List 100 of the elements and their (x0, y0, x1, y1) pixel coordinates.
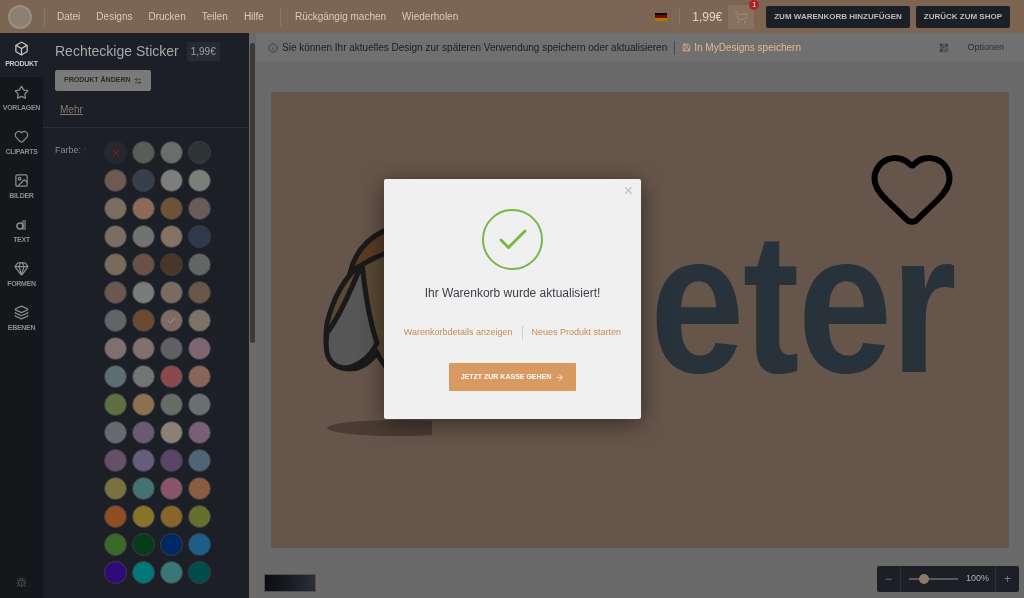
color-swatch[interactable] (160, 421, 183, 444)
color-swatch[interactable] (188, 281, 211, 304)
info-icon (268, 42, 278, 53)
menu-item[interactable]: Hilfe (243, 9, 264, 24)
color-swatch[interactable] (188, 337, 211, 360)
menu-item[interactable]: Datei (57, 9, 81, 24)
color-swatch[interactable] (160, 225, 183, 248)
color-swatch[interactable] (132, 421, 155, 444)
color-swatch[interactable] (132, 197, 155, 220)
color-swatch[interactable] (104, 449, 127, 472)
color-swatch[interactable] (160, 449, 183, 472)
menu-item[interactable]: Drucken (148, 9, 186, 24)
arrow-right-icon (555, 372, 565, 382)
color-swatch[interactable] (132, 505, 155, 528)
dialog-link[interactable]: Neues Produkt starten (531, 326, 622, 340)
color-swatch[interactable] (104, 253, 127, 276)
more-link[interactable]: Mehr (60, 102, 237, 117)
color-swatch[interactable] (104, 561, 127, 584)
color-swatch[interactable] (160, 309, 183, 332)
color-swatch[interactable] (104, 309, 127, 332)
color-swatch[interactable] (104, 393, 127, 416)
color-swatch[interactable] (104, 281, 127, 304)
heart-icon (14, 128, 29, 144)
menu-item[interactable]: Wiederholen (402, 9, 459, 24)
color-swatch[interactable] (132, 225, 155, 248)
color-swatch[interactable] (104, 505, 127, 528)
color-swatch[interactable] (160, 197, 183, 220)
color-swatch[interactable] (188, 533, 211, 556)
color-swatch[interactable] (160, 365, 183, 388)
header-button[interactable]: ZUM WARENKORB HINZUFÜGEN (766, 5, 910, 28)
color-swatch[interactable] (188, 421, 211, 444)
menu-item[interactable]: Designs (96, 9, 133, 24)
image-icon (14, 172, 29, 188)
color-swatch[interactable] (132, 281, 155, 304)
color-swatch[interactable] (160, 281, 183, 304)
color-swatch[interactable] (132, 309, 155, 332)
color-swatch[interactable] (132, 561, 155, 584)
color-swatch[interactable] (132, 449, 155, 472)
color-swatch[interactable] (188, 393, 211, 416)
options-button[interactable]: Optionen (967, 40, 1004, 55)
color-swatch[interactable] (104, 169, 127, 192)
star-icon (14, 84, 29, 100)
color-swatch[interactable] (132, 393, 155, 416)
bug-icon[interactable] (16, 577, 27, 588)
color-swatch[interactable] (132, 365, 155, 388)
color-swatch[interactable] (132, 141, 155, 164)
color-preview-swatch[interactable] (264, 574, 316, 592)
color-swatch[interactable] (160, 533, 183, 556)
color-swatch[interactable] (188, 141, 211, 164)
product-title: Rechteckige Sticker (55, 42, 179, 61)
color-swatch[interactable] (104, 477, 127, 500)
gem-icon (14, 260, 29, 276)
color-swatch[interactable] (104, 337, 127, 360)
dialog-link[interactable]: Warenkorbdetails anzeigen (403, 326, 513, 340)
cart-price: 1,99€ (692, 8, 723, 26)
save-link[interactable]: In MyDesigns speichern (682, 40, 801, 55)
zoom-reading: 100% (965, 572, 989, 586)
color-swatch[interactable] (188, 309, 211, 332)
color-swatch[interactable] (160, 141, 183, 164)
logo-icon[interactable] (8, 4, 32, 29)
color-swatch[interactable] (188, 365, 211, 388)
color-swatch[interactable] (104, 533, 127, 556)
color-swatch[interactable] (188, 197, 211, 220)
menu-item[interactable]: Teilen (201, 9, 228, 24)
color-swatch[interactable] (160, 561, 183, 584)
color-swatch[interactable] (104, 197, 127, 220)
german-flag-icon[interactable] (655, 12, 668, 21)
zoom-in-button[interactable]: + (995, 566, 1019, 592)
color-swatch[interactable] (160, 253, 183, 276)
dialog-message: Ihr Warenkorb wurde aktualisiert! (424, 285, 601, 302)
color-swatch[interactable] (160, 505, 183, 528)
price-badge: 1,99€ (186, 42, 220, 61)
cube-icon (14, 40, 29, 56)
no-color-swatch[interactable] (104, 141, 127, 164)
color-swatch[interactable] (160, 169, 183, 192)
color-swatch[interactable] (132, 253, 155, 276)
color-swatch[interactable] (132, 533, 155, 556)
qr-code-icon[interactable] (939, 42, 950, 53)
color-swatch[interactable] (160, 477, 183, 500)
color-swatch[interactable] (104, 365, 127, 388)
color-label: Farbe: * (55, 144, 89, 157)
color-swatch[interactable] (188, 477, 211, 500)
color-swatch[interactable] (188, 561, 211, 584)
color-swatch[interactable] (188, 505, 211, 528)
color-swatch[interactable] (132, 477, 155, 500)
color-swatch[interactable] (132, 169, 155, 192)
color-swatch[interactable] (104, 421, 127, 444)
check-icon (166, 315, 177, 326)
color-swatch[interactable] (188, 169, 211, 192)
menu-item[interactable]: Rückgängig machen (294, 9, 387, 24)
color-swatch[interactable] (132, 337, 155, 360)
zoom-slider-thumb[interactable] (918, 574, 929, 584)
color-swatch[interactable] (188, 253, 211, 276)
color-swatch[interactable] (160, 337, 183, 360)
color-swatch[interactable] (188, 225, 211, 248)
color-swatch[interactable] (188, 449, 211, 472)
color-swatch[interactable] (104, 225, 127, 248)
color-swatch[interactable] (160, 393, 183, 416)
zoom-out-button[interactable]: − (876, 566, 901, 592)
header-button[interactable]: ZURÜCK ZUM SHOP (915, 5, 1010, 28)
